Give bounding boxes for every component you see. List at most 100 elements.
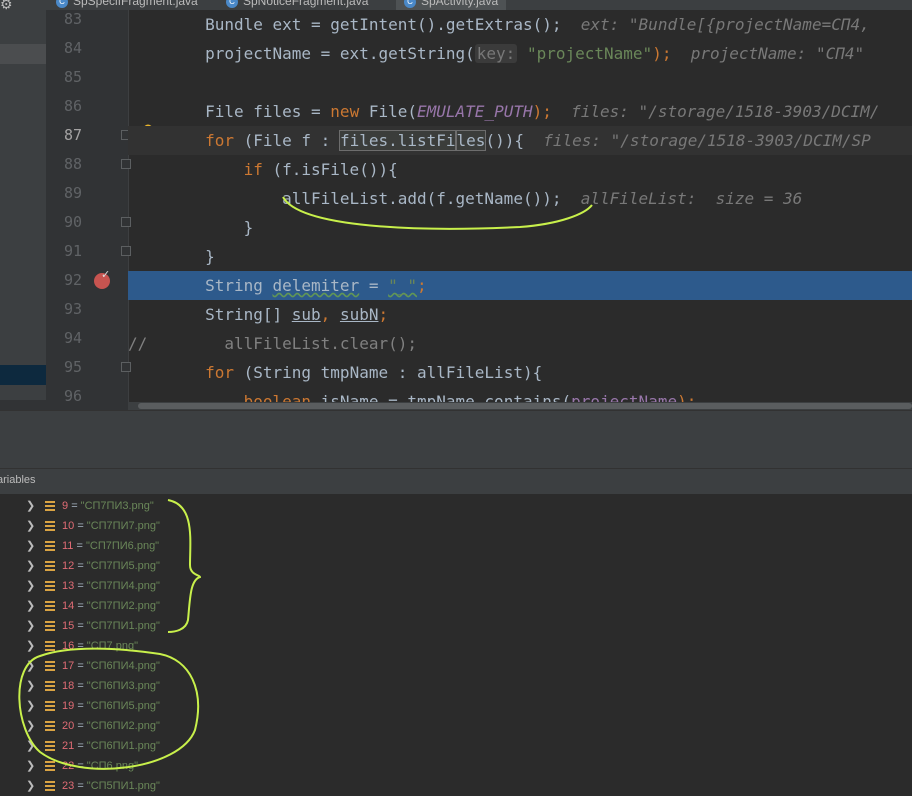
chevron-right-icon[interactable]: ❯ (26, 636, 35, 656)
text-caret: les (454, 130, 487, 151)
variable-index: 16 (62, 640, 75, 652)
inline-debug-hint: ext: "Bundle[{projectName=СП4, (561, 15, 880, 34)
code-line-92-execution-point: String delemiter = "_"; (128, 271, 912, 300)
variable-row[interactable]: ❯ 9 = "СП7ПИ3.png" (0, 496, 912, 516)
java-class-icon: C (226, 0, 238, 8)
editor-horizontal-scrollbar[interactable] (128, 402, 912, 410)
variable-row[interactable]: ❯ 19 = "СП6ПИ5.png" (0, 696, 912, 716)
variable-value: "СП6ПИ5.png" (86, 700, 160, 712)
editor-tab-bar: ⚙ C SpSpecifFragment.java C SpNoticeFragme… (0, 0, 912, 10)
variable-index: 11 (62, 540, 74, 552)
code-line-94: // allFileList.clear(); (128, 329, 912, 358)
breakpoint-icon[interactable] (94, 268, 110, 289)
left-scrollbar[interactable] (0, 400, 46, 410)
java-class-icon: C (56, 0, 68, 8)
line-number: 85 (63, 68, 82, 86)
variable-value: "СП5ПИ1.png" (86, 780, 160, 792)
variable-value: "СП6ПИ2.png" (86, 720, 160, 732)
code-text: ); (652, 44, 672, 63)
tab-label: SpSpecifFragment.java (73, 0, 198, 8)
code-text: Bundle ext = getIntent().getExtras(); (128, 15, 562, 34)
scrollbar-thumb[interactable] (138, 403, 912, 409)
code-text: allFileList.add(f.getName()); (282, 189, 562, 208)
chevron-right-icon[interactable]: ❯ (26, 736, 35, 756)
array-element-icon (45, 581, 55, 591)
variable-index: 20 (62, 720, 75, 732)
keyword: for (205, 131, 234, 150)
code-text: ()){ (485, 131, 524, 150)
chevron-right-icon[interactable]: ❯ (26, 676, 35, 696)
chevron-right-icon[interactable]: ❯ (26, 496, 35, 516)
chevron-right-icon[interactable]: ❯ (26, 716, 35, 736)
code-line-90: } (128, 213, 912, 242)
keyword: for (205, 363, 234, 382)
java-class-icon: C (404, 0, 416, 8)
code-text: , (320, 305, 340, 324)
chevron-right-icon[interactable]: ❯ (26, 556, 35, 576)
code-editor[interactable]: Bundle ext = getIntent().getExtras(); ex… (128, 10, 912, 410)
chevron-right-icon[interactable]: ❯ (26, 756, 35, 776)
variable-row[interactable]: ❯ 22 = "СП6.png" (0, 756, 912, 776)
chevron-right-icon[interactable]: ❯ (26, 536, 35, 556)
variables-tree[interactable]: ❯ 9 = "СП7ПИ3.png" ❯ 10 = "СП7ПИ7.png" ❯ 11… (0, 494, 912, 794)
string-literal: "_" (388, 276, 418, 295)
variable-value: "СП7ПИ2.png" (86, 600, 160, 612)
parameter-hint: key: (474, 44, 518, 63)
code-text: File( (359, 102, 417, 121)
variable-row[interactable]: ❯ 14 = "СП7ПИ2.png" (0, 596, 912, 616)
variable-row[interactable]: ❯ 23 = "СП5ПИ1.png" (0, 776, 912, 796)
project-tool-strip (0, 10, 46, 410)
chevron-right-icon[interactable]: ❯ (26, 696, 35, 716)
code-line-93: String[] sub, subN; (128, 300, 912, 329)
project-tree-selection[interactable] (0, 44, 46, 64)
line-number: 90 (63, 213, 82, 231)
array-element-icon (45, 501, 55, 511)
variable-row[interactable]: ❯ 15 = "СП7ПИ1.png" (0, 616, 912, 636)
array-element-icon (45, 561, 55, 571)
array-element-icon (45, 701, 55, 711)
variable-row[interactable]: ❯ 16 = "СП7.png" (0, 636, 912, 656)
variable-value: "СП7ПИ4.png" (86, 580, 160, 592)
code-text: String[] (205, 305, 292, 324)
variable-row[interactable]: ❯ 13 = "СП7ПИ4.png" (0, 576, 912, 596)
variable-value: "СП7ПИ6.png" (85, 540, 160, 552)
code-text: ; (417, 276, 427, 295)
code-line-95: for (String tmpName : allFileList){ (128, 358, 912, 387)
line-number: 89 (63, 184, 82, 202)
variable-row[interactable]: ❯ 20 = "СП6ПИ2.png" (0, 716, 912, 736)
code-text: ; (378, 305, 389, 324)
tab-spspecif-fragment[interactable]: C SpSpecifFragment.java (56, 0, 198, 10)
variable-row[interactable]: ❯ 21 = "СП6ПИ1.png" (0, 736, 912, 756)
chevron-right-icon[interactable]: ❯ (26, 776, 35, 796)
code-text: File files = (128, 102, 331, 121)
array-element-icon (45, 661, 55, 671)
chevron-right-icon[interactable]: ❯ (26, 576, 35, 596)
line-number: 91 (63, 242, 82, 260)
variable-row[interactable]: ❯ 17 = "СП6ПИ4.png" (0, 656, 912, 676)
code-text: (File f : (233, 131, 340, 150)
tab-spactivity[interactable]: C SpActivity.java (396, 0, 507, 10)
line-number: 93 (63, 300, 82, 318)
code-text: = (359, 276, 389, 295)
chevron-right-icon[interactable]: ❯ (26, 596, 35, 616)
project-tree-selection-active[interactable] (0, 365, 46, 385)
gear-icon[interactable]: ⚙ (0, 0, 13, 10)
tab-spnotice-fragment[interactable]: C SpNoticeFragment.java (226, 0, 368, 10)
code-text-underlined: subN (339, 305, 379, 324)
variable-index: 9 (62, 500, 69, 512)
variable-row[interactable]: ❯ 12 = "СП7ПИ5.png" (0, 556, 912, 576)
chevron-right-icon[interactable]: ❯ (26, 656, 35, 676)
chevron-right-icon[interactable]: ❯ (26, 516, 35, 536)
variable-row[interactable]: ❯ 10 = "СП7ПИ7.png" (0, 516, 912, 536)
chevron-right-icon[interactable]: ❯ (26, 616, 35, 636)
code-text: } (243, 218, 254, 237)
string-literal: "projectName" (526, 44, 653, 63)
panel-divider[interactable] (0, 410, 912, 439)
array-element-icon (45, 721, 55, 731)
variable-row[interactable]: ❯ 11 = "СП7ПИ6.png" (0, 536, 912, 556)
variable-row[interactable]: ❯ 18 = "СП6ПИ3.png" (0, 676, 912, 696)
inline-debug-hint: files: "/storage/1518-3903/DCIM/SP (523, 131, 871, 150)
code-line-84: projectName = ext.getString(key: "projec… (128, 39, 912, 68)
inline-debug-hint: allFileList: size = 36 (561, 189, 803, 208)
